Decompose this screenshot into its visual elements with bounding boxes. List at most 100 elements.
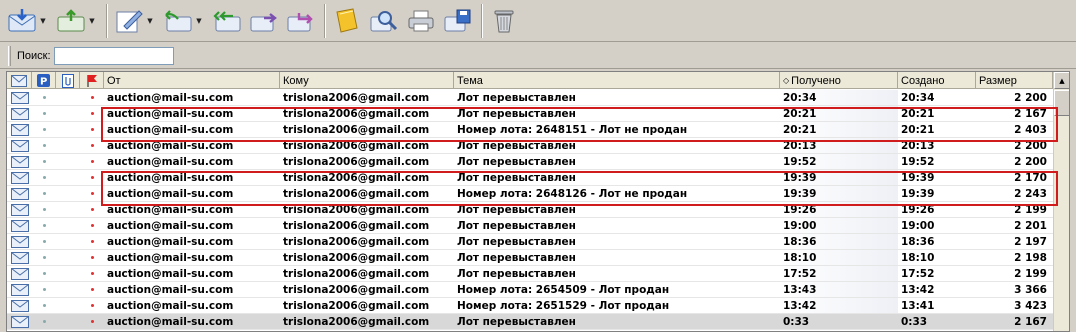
priority-cell	[32, 106, 56, 121]
find-button[interactable]	[368, 4, 400, 38]
receive-mail-icon	[8, 8, 36, 31]
message-from: auction@mail-su.com	[107, 203, 234, 216]
vertical-scrollbar[interactable]: ▲	[1053, 72, 1069, 331]
envelope-icon	[10, 219, 29, 232]
flag-cell	[80, 282, 104, 297]
attachment-cell	[56, 218, 80, 233]
search-label: Поиск:	[17, 49, 51, 62]
reply-all-button[interactable]	[211, 4, 243, 38]
column-header-priority[interactable]: P	[32, 72, 56, 89]
message-row[interactable]: auction@mail-su.com trislona2006@gmail.co…	[7, 138, 1053, 154]
trash-button[interactable]	[488, 4, 520, 38]
search-input[interactable]	[53, 46, 174, 65]
receive-mail-button[interactable]	[6, 4, 38, 38]
dropdown-arrow-icon: ▼	[89, 16, 95, 25]
toolbar-grip[interactable]	[8, 45, 11, 66]
message-type-cell	[7, 234, 32, 249]
message-subject: Лот перевыставлен	[457, 139, 576, 152]
flag-dot	[90, 96, 94, 99]
envelope-icon	[10, 139, 29, 152]
message-row[interactable]: auction@mail-su.com trislona2006@gmail.co…	[7, 154, 1053, 170]
compose-button[interactable]	[113, 4, 145, 38]
column-header-flag[interactable]	[80, 72, 104, 89]
message-from: auction@mail-su.com	[107, 91, 234, 104]
message-subject: Лот перевыставлен	[457, 235, 576, 248]
message-created: 0:33	[901, 315, 928, 328]
priority-dot	[42, 128, 46, 131]
attachment-cell	[56, 170, 80, 185]
flag-cell	[80, 314, 104, 329]
column-header-subject[interactable]: Тема	[454, 72, 780, 89]
message-created: 19:26	[901, 203, 935, 216]
message-from: auction@mail-su.com	[107, 235, 234, 248]
flag-dot	[90, 304, 94, 307]
message-row[interactable]: auction@mail-su.com trislona2006@gmail.co…	[7, 282, 1053, 298]
message-received: 20:21	[780, 106, 898, 121]
message-row[interactable]: auction@mail-su.com trislona2006@gmail.co…	[7, 218, 1053, 234]
redirect-icon	[287, 12, 313, 31]
message-row[interactable]: auction@mail-su.com trislona2006@gmail.co…	[7, 234, 1053, 250]
message-size: 2 200	[1014, 139, 1047, 152]
flag-dot	[90, 176, 94, 179]
priority-cell	[32, 154, 56, 169]
message-subject: Лот перевыставлен	[457, 251, 576, 264]
attachment-cell	[56, 186, 80, 201]
message-row[interactable]: auction@mail-su.com trislona2006@gmail.co…	[7, 170, 1053, 186]
message-size: 2 167	[1014, 107, 1047, 120]
address-book-button[interactable]	[331, 4, 363, 38]
priority-cell	[32, 90, 56, 105]
message-row[interactable]: auction@mail-su.com trislona2006@gmail.co…	[7, 266, 1053, 282]
message-subject: Номер лота: 2651529 - Лот продан	[457, 299, 670, 312]
scroll-up-button[interactable]: ▲	[1054, 72, 1069, 89]
dropdown-arrow-icon: ▼	[196, 16, 202, 25]
message-row[interactable]: auction@mail-su.com trislona2006@gmail.co…	[7, 250, 1053, 266]
column-header-to[interactable]: Кому	[280, 72, 454, 89]
flag-dot	[90, 128, 94, 131]
message-row[interactable]: auction@mail-su.com trislona2006@gmail.co…	[7, 90, 1053, 106]
flag-cell	[80, 154, 104, 169]
print-icon	[408, 10, 434, 31]
message-row[interactable]: auction@mail-su.com trislona2006@gmail.co…	[7, 106, 1053, 122]
message-row[interactable]: auction@mail-su.com trislona2006@gmail.co…	[7, 314, 1053, 330]
compose-dropdown[interactable]: ▼	[146, 4, 154, 38]
flag-dot	[90, 208, 94, 211]
message-row[interactable]: auction@mail-su.com trislona2006@gmail.co…	[7, 202, 1053, 218]
redirect-button[interactable]	[285, 4, 317, 38]
message-type-cell	[7, 266, 32, 281]
column-header-from[interactable]: От	[104, 72, 280, 89]
attachment-cell	[56, 154, 80, 169]
message-row[interactable]: auction@mail-su.com trislona2006@gmail.co…	[7, 298, 1053, 314]
send-mail-icon	[57, 8, 85, 31]
column-header-type[interactable]	[7, 72, 32, 89]
forward-button[interactable]	[248, 4, 280, 38]
message-received: 20:13	[780, 138, 898, 153]
send-mail-dropdown[interactable]: ▼	[88, 4, 96, 38]
print-button[interactable]	[405, 4, 437, 38]
column-header-created[interactable]: Создано	[898, 72, 976, 89]
message-size: 2 200	[1014, 91, 1047, 104]
column-header-attachment[interactable]	[56, 72, 80, 89]
svg-text:P: P	[40, 77, 47, 88]
message-created: 18:36	[901, 235, 935, 248]
message-row[interactable]: auction@mail-su.com trislona2006@gmail.co…	[7, 122, 1053, 138]
scroll-thumb[interactable]	[1054, 90, 1069, 116]
message-created: 13:41	[901, 299, 935, 312]
column-header-size[interactable]: Размер	[976, 72, 1053, 89]
attachment-cell	[56, 234, 80, 249]
message-created: 18:10	[901, 251, 935, 264]
reply-dropdown[interactable]: ▼	[195, 4, 203, 38]
message-row[interactable]: auction@mail-su.com trislona2006@gmail.co…	[7, 186, 1053, 202]
send-mail-button[interactable]	[55, 4, 87, 38]
priority-cell	[32, 170, 56, 185]
priority-dot	[42, 288, 46, 291]
message-to: trislona2006@gmail.com	[283, 203, 430, 216]
message-subject: Лот перевыставлен	[457, 219, 576, 232]
attachment-cell	[56, 250, 80, 265]
receive-mail-dropdown[interactable]: ▼	[39, 4, 47, 38]
message-received: 19:39	[780, 186, 898, 201]
reply-button[interactable]	[162, 4, 194, 38]
message-subject: Лот перевыставлен	[457, 171, 576, 184]
message-to: trislona2006@gmail.com	[283, 91, 430, 104]
save-button[interactable]	[442, 4, 474, 38]
column-header-received[interactable]: ◇ Получено	[780, 72, 898, 89]
